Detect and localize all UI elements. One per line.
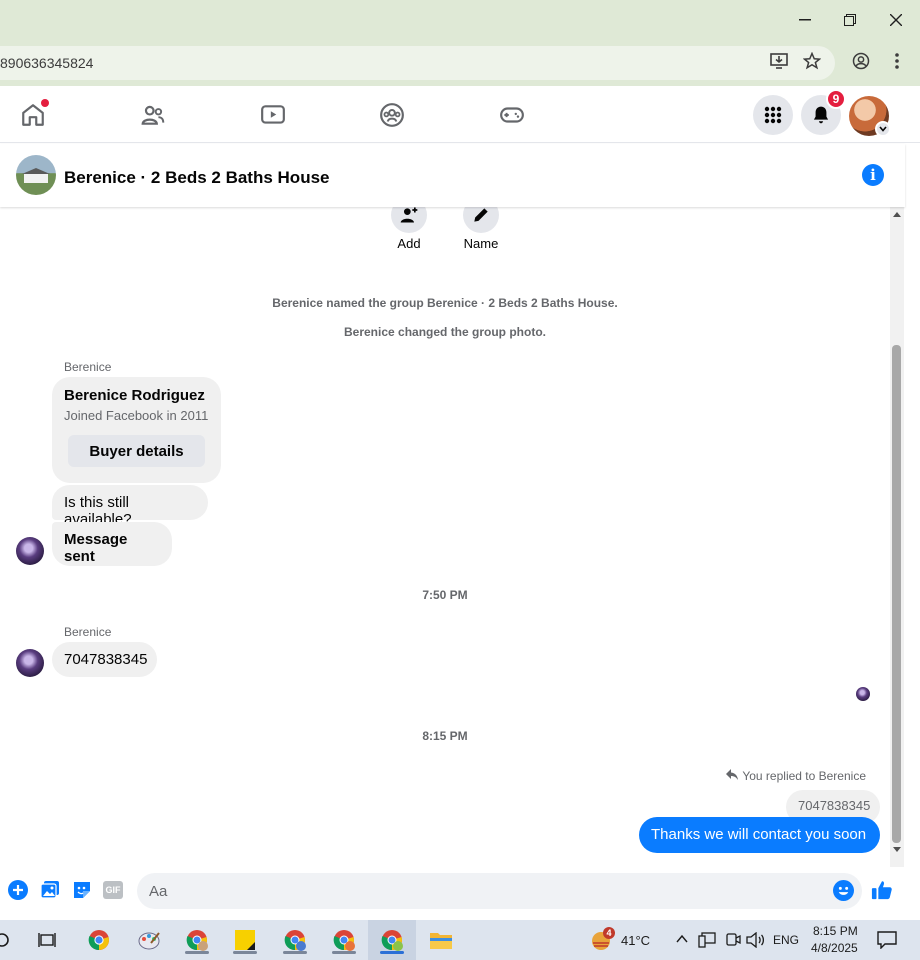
url-text: 890636345824 bbox=[0, 55, 94, 71]
card-joined: Joined Facebook in 2011 bbox=[64, 408, 209, 423]
name-label: Name bbox=[463, 236, 499, 251]
photo-icon[interactable] bbox=[39, 879, 61, 901]
group-photo[interactable] bbox=[16, 155, 56, 195]
message-bubble[interactable]: Message sent bbox=[52, 522, 172, 566]
gaming-icon[interactable] bbox=[498, 101, 526, 129]
read-receipt-avatar bbox=[856, 687, 870, 701]
close-window-icon[interactable] bbox=[884, 8, 908, 32]
my-message-bubble[interactable]: Thanks we will contact you soon bbox=[639, 817, 880, 853]
network-icon[interactable] bbox=[698, 932, 716, 953]
menu-grid-icon[interactable] bbox=[753, 95, 793, 135]
chat-header: Berenice · 2 Beds 2 Baths House i bbox=[0, 144, 905, 207]
system-message: Berenice named the group Berenice · 2 Be… bbox=[272, 296, 618, 310]
browser-titlebar bbox=[0, 0, 920, 40]
scroll-down-icon[interactable] bbox=[893, 847, 901, 852]
add-label: Add bbox=[397, 236, 421, 251]
clock-date[interactable]: 4/8/2025 bbox=[811, 941, 858, 955]
sticker-icon[interactable] bbox=[71, 879, 93, 901]
sticky-notes-icon[interactable] bbox=[229, 926, 261, 954]
language-indicator[interactable]: ENG bbox=[773, 933, 799, 947]
scroll-up-icon[interactable] bbox=[893, 212, 901, 217]
sender-avatar[interactable] bbox=[16, 537, 44, 565]
bookmark-star-icon[interactable] bbox=[801, 50, 823, 72]
buyer-card: Berenice Rodriguez Joined Facebook in 20… bbox=[52, 377, 221, 483]
notification-center-icon[interactable] bbox=[877, 931, 897, 954]
reply-label: You replied to Berenice bbox=[742, 769, 866, 783]
card-name: Berenice Rodriguez bbox=[64, 387, 205, 404]
app-running-indicator bbox=[185, 951, 209, 954]
gif-icon[interactable]: GIF bbox=[102, 879, 124, 901]
timestamp: 8:15 PM bbox=[422, 729, 468, 743]
file-explorer-icon[interactable] bbox=[425, 926, 457, 954]
sender-name: Berenice bbox=[64, 625, 112, 639]
windows-taskbar: 4 41°C ENG 8:15 PM 4/8/2025 bbox=[0, 920, 920, 960]
minimize-icon[interactable] bbox=[793, 8, 817, 32]
friends-icon[interactable] bbox=[139, 101, 167, 129]
weather-temperature[interactable]: 41°C bbox=[621, 933, 650, 948]
paint-icon[interactable] bbox=[133, 926, 165, 954]
volume-icon[interactable] bbox=[746, 931, 766, 953]
chrome-profile-icon[interactable] bbox=[279, 926, 311, 954]
gif-label: GIF bbox=[103, 881, 123, 899]
sender-avatar[interactable] bbox=[16, 649, 44, 677]
chrome-profile-icon[interactable] bbox=[328, 926, 360, 954]
search-icon[interactable] bbox=[0, 926, 18, 954]
browser-toolbar: 890636345824 bbox=[0, 40, 920, 86]
message-input[interactable] bbox=[137, 873, 862, 909]
meet-now-icon[interactable] bbox=[723, 931, 741, 954]
plus-icon[interactable] bbox=[7, 879, 29, 901]
chevron-up-icon[interactable] bbox=[676, 932, 688, 951]
profile-icon[interactable] bbox=[850, 50, 872, 72]
system-message: Berenice changed the group photo. bbox=[343, 325, 546, 339]
app-running-indicator bbox=[332, 951, 356, 954]
scrollbar-thumb[interactable] bbox=[892, 345, 901, 843]
task-view-icon[interactable] bbox=[31, 926, 63, 954]
facebook-navbar bbox=[0, 87, 920, 143]
video-icon[interactable] bbox=[259, 101, 287, 129]
conversation-pane: Add Name Berenice named the group Bereni… bbox=[0, 197, 890, 867]
timestamp: 7:50 PM bbox=[422, 588, 468, 602]
info-icon[interactable]: i bbox=[862, 164, 884, 186]
address-bar[interactable]: 890636345824 bbox=[0, 46, 835, 80]
notification-badge: 9 bbox=[826, 89, 846, 109]
home-notification-dot bbox=[41, 99, 49, 107]
app-active-indicator bbox=[380, 951, 404, 954]
weather-badge: 4 bbox=[603, 927, 615, 939]
chrome-profile-icon[interactable] bbox=[181, 926, 213, 954]
app-running-indicator bbox=[233, 951, 257, 954]
reply-indicator: You replied to Berenice bbox=[726, 769, 866, 783]
reply-icon bbox=[726, 769, 739, 783]
restore-icon[interactable] bbox=[838, 8, 862, 32]
emoji-icon[interactable] bbox=[832, 879, 854, 901]
clock-time[interactable]: 8:15 PM bbox=[813, 924, 858, 938]
message-composer: GIF bbox=[0, 867, 905, 917]
message-bubble[interactable]: 7047838345 bbox=[52, 642, 157, 677]
chrome-profile-icon[interactable] bbox=[376, 926, 408, 954]
chrome-icon[interactable] bbox=[83, 926, 115, 954]
groups-icon[interactable] bbox=[378, 101, 406, 129]
buyer-details-button[interactable]: Buyer details bbox=[68, 435, 205, 467]
kebab-menu-icon[interactable] bbox=[886, 50, 908, 72]
sender-name: Berenice bbox=[64, 360, 112, 374]
message-bubble[interactable]: Is this still available? bbox=[52, 485, 208, 528]
chevron-down-icon[interactable] bbox=[875, 121, 891, 137]
install-app-icon[interactable] bbox=[768, 50, 790, 72]
thumbs-up-icon[interactable] bbox=[871, 879, 893, 901]
app-running-indicator bbox=[283, 951, 307, 954]
chat-title[interactable]: Berenice · 2 Beds 2 Baths House bbox=[64, 168, 329, 188]
